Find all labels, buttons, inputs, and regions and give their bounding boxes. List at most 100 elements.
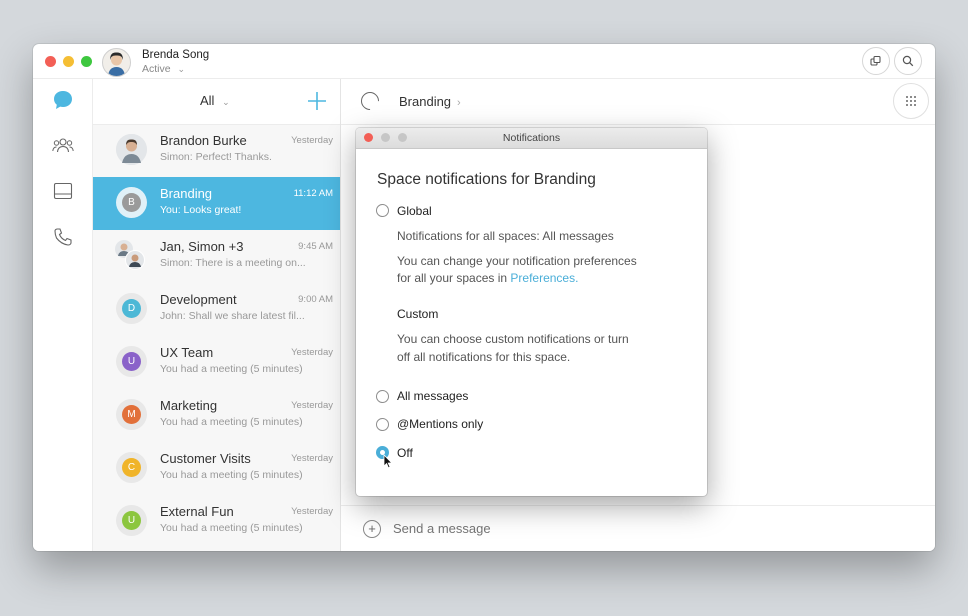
list-item[interactable]: C Customer Visits You had a meeting (5 m… [93, 442, 340, 495]
calls-nav-button[interactable] [51, 225, 75, 249]
all-messages-label: All messages [397, 389, 469, 403]
list-item-title: Brandon Burke [160, 133, 247, 148]
message-input[interactable] [391, 520, 695, 537]
close-window-button[interactable] [45, 56, 56, 67]
space-list-header: All ⌄ [93, 79, 340, 125]
minimize-window-button[interactable] [63, 56, 74, 67]
preferences-note-line1: You can change your notification prefere… [397, 254, 637, 268]
list-item-time: Yesterday [291, 135, 333, 146]
avatar: U [116, 505, 147, 536]
phone-icon [54, 228, 72, 246]
list-item-preview: John: Shall we share latest fil... [160, 310, 305, 322]
list-item-time: Yesterday [291, 400, 333, 411]
list-item[interactable]: Brandon Burke Simon: Perfect! Thanks. Ye… [93, 124, 340, 177]
avatar-initial: B [122, 193, 141, 212]
list-item-title: Jan, Simon +3 [160, 239, 244, 254]
add-attachment-button[interactable]: + [363, 520, 381, 538]
user-status[interactable]: Active ⌄ [142, 63, 185, 75]
custom-description-line2: off all notifications for this space. [397, 350, 571, 364]
list-item-preview: You had a meeting (5 minutes) [160, 522, 303, 534]
list-item-time: Yesterday [291, 347, 333, 358]
plus-icon [308, 92, 326, 110]
avatar: D [116, 293, 147, 324]
mentions-only-label: @Mentions only [397, 417, 484, 431]
avatar-initial: C [122, 458, 141, 477]
chevron-right-icon: › [457, 97, 461, 109]
notifications-dialog: Notifications Space notifications for Br… [356, 128, 707, 496]
list-item-title: Development [160, 292, 237, 307]
space-list: All ⌄ Brandon Burke Simon: Perfect! Than… [93, 79, 341, 551]
space-title-button[interactable]: Branding › [399, 94, 461, 109]
list-item-time: 9:45 AM [298, 241, 333, 252]
avatar: B [116, 187, 147, 218]
list-item[interactable]: D Development John: Shall we share lates… [93, 283, 340, 336]
chevron-down-icon: ⌄ [177, 64, 186, 74]
avatar: M [116, 399, 147, 430]
teams-nav-button[interactable] [51, 133, 75, 157]
global-description: Notifications for all spaces: All messag… [397, 229, 614, 243]
list-item-preview: Simon: There is a meeting on... [160, 257, 306, 269]
people-icon [52, 138, 74, 153]
list-item-time: Yesterday [291, 506, 333, 517]
list-item[interactable]: Jan, Simon +3 Simon: There is a meeting … [93, 230, 340, 283]
calendar-icon [53, 182, 73, 200]
list-item[interactable]: M Marketing You had a meeting (5 minutes… [93, 389, 340, 442]
avatar: U [116, 346, 147, 377]
off-label: Off [397, 446, 413, 460]
mentions-only-radio[interactable] [376, 418, 389, 431]
avatar-initial: U [122, 511, 141, 530]
list-item-preview: You: Looks great! [160, 204, 242, 216]
popout-icon [870, 55, 881, 66]
chat-bubble-icon [54, 91, 72, 109]
apps-button[interactable] [893, 83, 929, 119]
search-icon [902, 55, 914, 67]
popout-button[interactable] [862, 47, 890, 75]
list-item[interactable]: U UX Team You had a meeting (5 minutes) … [93, 336, 340, 389]
all-messages-radio[interactable] [376, 390, 389, 403]
zoom-window-button[interactable] [81, 56, 92, 67]
calendar-nav-button[interactable] [51, 179, 75, 203]
space-header: Branding › [341, 79, 935, 125]
list-item-title: Customer Visits [160, 451, 251, 466]
user-status-label: Active [142, 63, 171, 75]
mouse-cursor-icon [383, 454, 393, 474]
dialog-title: Notifications [502, 132, 561, 144]
avatar-initial: D [122, 299, 141, 318]
space-status-icon [357, 88, 383, 114]
avatar-initial: U [122, 352, 141, 371]
filter-dropdown[interactable]: All ⌄ [200, 93, 230, 108]
preferences-note-text: for all your spaces in [397, 271, 511, 285]
list-item-preview: You had a meeting (5 minutes) [160, 469, 303, 481]
messages-nav-button[interactable] [51, 88, 75, 112]
avatar-initial: M [122, 405, 141, 424]
list-item-preview: You had a meeting (5 minutes) [160, 416, 303, 428]
message-composer: + [341, 505, 935, 551]
dialog-heading: Space notifications for Branding [377, 171, 596, 188]
list-item-title: UX Team [160, 345, 214, 360]
preferences-link[interactable]: Preferences. [510, 271, 578, 285]
chevron-down-icon: ⌄ [222, 97, 230, 107]
list-item-title: Marketing [160, 398, 218, 413]
user-avatar[interactable] [102, 48, 131, 77]
list-item[interactable]: B Branding You: Looks great! 11:12 AM [93, 177, 340, 230]
filter-label: All [200, 93, 215, 108]
space-title: Branding [399, 94, 452, 109]
global-radio[interactable] [376, 204, 389, 217]
list-item-time: Yesterday [291, 453, 333, 464]
list-item-title: Branding [160, 186, 213, 201]
list-item-time: 11:12 AM [293, 188, 333, 199]
search-button[interactable] [894, 47, 922, 75]
list-item-preview: Simon: Perfect! Thanks. [160, 151, 272, 163]
space-rows: Brandon Burke Simon: Perfect! Thanks. Ye… [93, 124, 340, 548]
list-item[interactable]: U External Fun You had a meeting (5 minu… [93, 495, 340, 548]
avatar [116, 134, 147, 165]
avatar: C [116, 452, 147, 483]
add-space-button[interactable] [306, 90, 328, 112]
title-bar: Brenda Song Active ⌄ [33, 44, 935, 79]
custom-label: Custom [397, 307, 439, 321]
user-name: Brenda Song [142, 49, 210, 61]
list-item-time: 9:00 AM [298, 294, 333, 305]
nav-rail [33, 79, 93, 551]
list-item-preview: You had a meeting (5 minutes) [160, 363, 303, 375]
global-label: Global [397, 204, 432, 218]
